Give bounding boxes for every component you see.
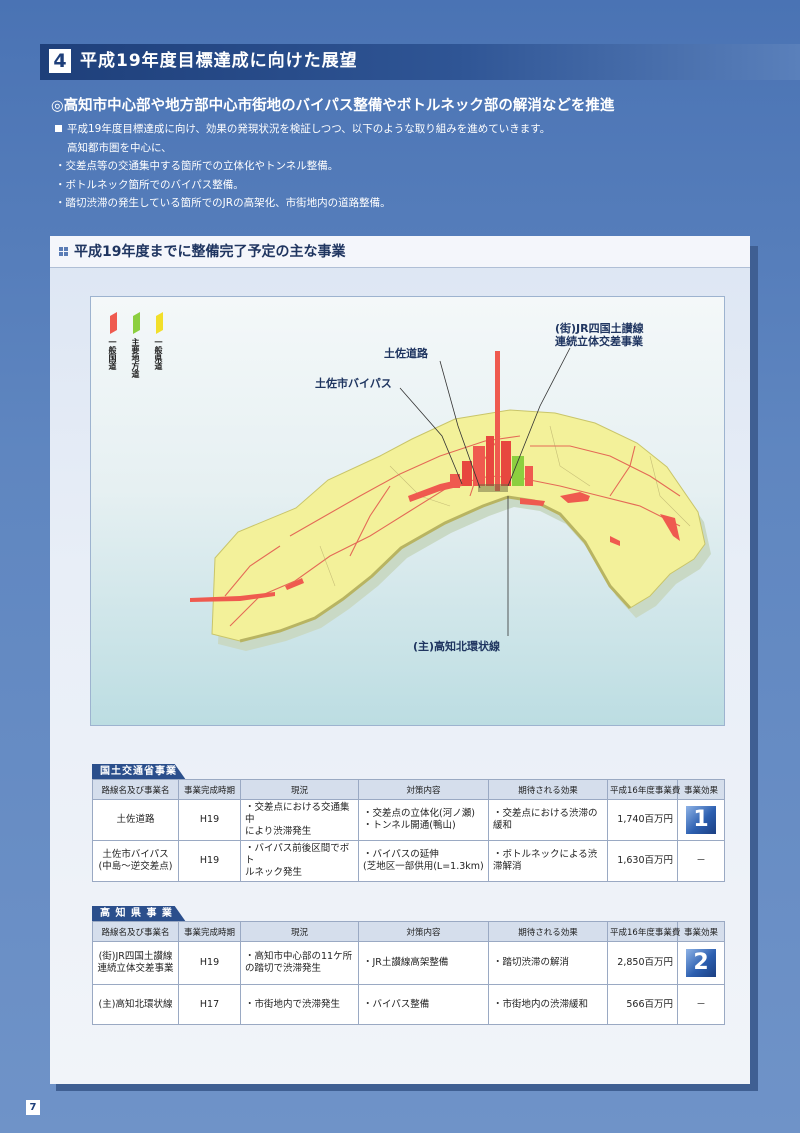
expected-effect: ・ボトルネックによる渋滞解消 [488, 840, 608, 882]
measures: ・JR土讃線高架整備 [358, 941, 489, 985]
col-header: 現況 [240, 779, 359, 800]
page-number: 7 [26, 1100, 40, 1115]
project-cost: 566百万円 [607, 984, 678, 1025]
project-cost: 2,850百万円 [607, 941, 678, 985]
expected-effect: ・市街地内の渋滞緩和 [488, 984, 608, 1025]
expected-effect: ・交差点における渋滞の緩和 [488, 799, 608, 841]
col-header: 事業完成時期 [178, 921, 241, 942]
current-status: ・バイパス前後区間でボト ルネック発生 [240, 840, 359, 882]
current-status: ・市街地内で渋滞発生 [240, 984, 359, 1025]
effect-cell: 1 [677, 799, 725, 841]
intro-bullet: ・交差点等の交通集中する箇所での立体化やトンネル整備。 [55, 160, 339, 172]
col-header: 期待される効果 [488, 779, 608, 800]
pref-table: 路線名及び事業名 事業完成時期 現況 対策内容 期待される効果 平成16年度事業… [92, 921, 725, 1025]
expected-effect: ・踏切渋滞の解消 [488, 941, 608, 985]
completion-year: H19 [178, 840, 241, 882]
effect-cell: － [677, 840, 725, 882]
callout-tosa-road: 土佐道路 [384, 347, 428, 360]
col-header: 事業完成時期 [178, 779, 241, 800]
col-header: 対策内容 [358, 779, 489, 800]
col-header: 現況 [240, 921, 359, 942]
measures: ・バイパスの延伸 (芝地区一部供用(L=1.3km) [358, 840, 489, 882]
square-bullet-icon [55, 125, 62, 132]
project-name: (主)高知北環状線 [92, 984, 179, 1025]
legend-flag [133, 312, 140, 334]
completion-year: H19 [178, 799, 241, 841]
col-header: 事業効果 [677, 921, 725, 942]
legend-label: 主要地方道 [131, 338, 140, 378]
col-header: 平成16年度事業費 [607, 779, 680, 800]
effect-number-badge: 2 [686, 949, 716, 977]
col-header: 期待される効果 [488, 921, 608, 942]
col-header: 路線名及び事業名 [92, 779, 179, 800]
pref-tag: 高 知 県 事 業 [92, 906, 186, 922]
intro-bullet: ・踏切渋滞の発生している箇所でのJRの高架化、市街地内の道路整備。 [55, 197, 391, 209]
table-row: 土佐道路 H19 ・交差点における交通集中 により渋滞発生 ・交差点の立体化(河… [92, 799, 725, 841]
mlit-table: 路線名及び事業名 事業完成時期 現況 対策内容 期待される効果 平成16年度事業… [92, 779, 725, 882]
legend-flag [110, 312, 117, 334]
subheading: ◎高知市中心部や地方部中心市街地のバイパス整備やボトルネック部の解消などを推進 [51, 98, 615, 114]
col-header: 事業効果 [677, 779, 725, 800]
grid-icon [59, 247, 69, 257]
completion-year: H17 [178, 984, 241, 1025]
callout-tosa-bypass: 土佐市バイパス [315, 377, 392, 390]
table-header-row: 路線名及び事業名 事業完成時期 現況 対策内容 期待される効果 平成16年度事業… [92, 921, 725, 942]
callout-kita-loop: (主)高知北環状線 [413, 640, 501, 653]
kochi-3d-map [190, 347, 711, 651]
legend-label: 一般県道 [154, 338, 163, 370]
effect-cell: － [677, 984, 725, 1025]
completion-year: H19 [178, 941, 241, 985]
project-name: 土佐道路 [92, 799, 179, 841]
measures: ・交差点の立体化(河ノ瀬) ・トンネル開通(鴨山) [358, 799, 489, 841]
section-number: 4 [49, 49, 71, 73]
callout-jr: (街)JR四国土讃線 連続立体交差事業 [555, 322, 644, 348]
effect-number-badge: 1 [686, 806, 716, 834]
current-status: ・高知市中心部の11ケ所 の踏切で渋滞発生 [240, 941, 359, 985]
legend-label: 一般国道 [108, 338, 117, 370]
project-name: (街)JR四国土讃線 連続立体交差事業 [92, 941, 179, 985]
section-title: 平成19年度目標達成に向けた展望 [80, 51, 358, 71]
panel-title: 平成19年度までに整備完了予定の主な事業 [74, 244, 346, 260]
table-row: 土佐市バイパス (中島～逆交差点) H19 ・バイパス前後区間でボト ルネック発… [92, 840, 725, 882]
intro-text: 平成19年度目標達成に向け、効果の発現状況を検証しつつ、以下のような取り組みを進… [55, 120, 550, 213]
project-name: 土佐市バイパス (中島～逆交差点) [92, 840, 179, 882]
current-status: ・交差点における交通集中 により渋滞発生 [240, 799, 359, 841]
table-row: (主)高知北環状線 H17 ・市街地内で渋滞発生 ・バイパス整備 ・市街地内の渋… [92, 984, 725, 1025]
col-header: 平成16年度事業費 [607, 921, 680, 942]
intro-line-2: 高知都市圏を中心に、 [67, 141, 172, 154]
col-header: 路線名及び事業名 [92, 921, 179, 942]
intro-bullet: ・ボトルネック箇所でのバイパス整備。 [55, 178, 244, 191]
effect-cell: 2 [677, 941, 725, 985]
table-row: (街)JR四国土讃線 連続立体交差事業 H19 ・高知市中心部の11ケ所 の踏切… [92, 941, 725, 985]
mlit-tag: 国土交通省事業 [92, 764, 186, 780]
legend-flag [156, 312, 163, 334]
table-header-row: 路線名及び事業名 事業完成時期 現況 対策内容 期待される効果 平成16年度事業… [92, 779, 725, 800]
project-cost: 1,630百万円 [607, 840, 678, 882]
col-header: 対策内容 [358, 921, 489, 942]
legend-flags [110, 312, 163, 334]
measures: ・バイパス整備 [358, 984, 489, 1025]
project-cost: 1,740百万円 [607, 799, 678, 841]
intro-line-1: 平成19年度目標達成に向け、効果の発現状況を検証しつつ、以下のような取り組みを進… [67, 123, 551, 135]
